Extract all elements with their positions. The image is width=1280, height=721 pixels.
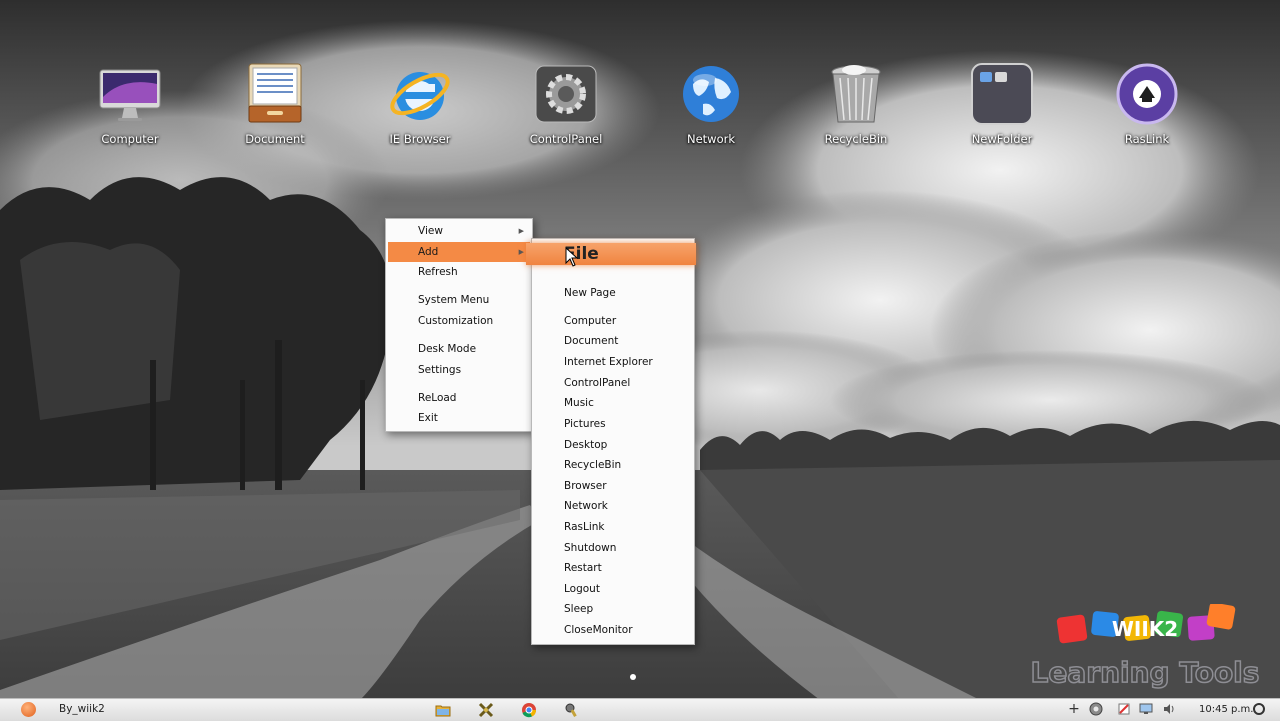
submenu-item-label: Internet Explorer — [564, 356, 653, 368]
submenu-item-label: RasLink — [564, 521, 605, 533]
watermark-subtitle: Learning Tools — [1031, 656, 1260, 689]
desktop-icon-controlpanel[interactable]: ControlPanel — [506, 62, 626, 146]
submenu-item-label: RecycleBin — [564, 459, 622, 471]
submenu-item-label: Shutdown — [564, 542, 617, 554]
submenu-item-closemonitor[interactable]: CloseMonitor — [532, 620, 694, 640]
desktop-icon-raslink[interactable]: RasLink — [1087, 62, 1207, 146]
submenu-item-label: ControlPanel — [564, 377, 631, 389]
menu-item-label: Add — [418, 246, 439, 258]
submenu-item-document[interactable]: Document — [532, 331, 694, 351]
internet-explorer-icon — [388, 62, 452, 126]
submenu-item-controlpanel[interactable]: ControlPanel — [532, 373, 694, 393]
folder-icon[interactable] — [435, 702, 451, 718]
desktop-icon-label: RecycleBin — [824, 132, 888, 146]
desktop-icon-label: NewFolder — [971, 132, 1033, 146]
menu-item-label: System Menu — [418, 294, 490, 306]
submenu-item-file[interactable]: File — [526, 243, 696, 265]
taskbar-window-title[interactable]: By_wiik2 — [59, 703, 105, 715]
submenu-item-raslink[interactable]: RasLink — [532, 517, 694, 537]
security-icon[interactable] — [1117, 702, 1131, 716]
desktop-icon-label: IE Browser — [389, 132, 451, 146]
mouse-cursor-icon — [565, 247, 579, 267]
submenu-item-label: New Page — [564, 287, 616, 299]
menu-item-label: Settings — [418, 364, 462, 376]
submenu-item-label: Restart — [564, 562, 602, 574]
submenu-item-sleep[interactable]: Sleep — [532, 599, 694, 619]
desktop-icon-recyclebin[interactable]: RecycleBin — [796, 62, 916, 146]
taskbar: By_wiik2 + 10:45 p.m. — [0, 698, 1280, 721]
submenu-item-pictures[interactable]: Pictures — [532, 414, 694, 434]
submenu-item-label: Music — [564, 397, 594, 409]
desktop-icon-network[interactable]: Network — [651, 62, 771, 146]
submenu-arrow-icon: ▶ — [518, 227, 524, 235]
submenu-item-new-page[interactable]: New Page — [532, 283, 694, 303]
submenu-item-label: Computer — [564, 315, 617, 327]
submenu-item-label: Logout — [564, 583, 600, 595]
trash-bin-icon — [824, 62, 888, 126]
desktop-icon-label: Network — [686, 132, 736, 146]
menu-item-label: Customization — [418, 315, 494, 327]
submenu-item-recyclebin[interactable]: RecycleBin — [532, 455, 694, 475]
menu-item-view[interactable]: View ▶ — [388, 221, 530, 241]
power-icon[interactable] — [1252, 702, 1266, 716]
desktop-context-menu: View ▶ Add ▶ Refresh System Menu Customi… — [385, 218, 533, 432]
tools-icon[interactable] — [478, 702, 494, 718]
desktop-icon-document[interactable]: Document — [215, 62, 335, 146]
submenu-item-label: Document — [564, 335, 619, 347]
add-submenu: File New Page Computer Document Internet… — [526, 238, 696, 645]
start-orb-icon[interactable] — [21, 702, 36, 717]
submenu-item-logout[interactable]: Logout — [532, 579, 694, 599]
submenu-item-network[interactable]: Network — [532, 496, 694, 516]
submenu-item-label: Browser — [564, 480, 607, 492]
volume-icon[interactable] — [1162, 702, 1176, 716]
imac-icon — [98, 62, 162, 126]
menu-item-desk-mode[interactable]: Desk Mode — [388, 339, 530, 359]
wiik2-watermark-logo: WIIK2 Learning Tools — [1030, 604, 1260, 690]
gear-wrench-icon[interactable] — [564, 702, 580, 718]
menu-item-settings[interactable]: Settings — [388, 360, 530, 380]
watermark-title: WIIK2 — [1112, 617, 1178, 641]
drawer-icon — [243, 62, 307, 126]
raslink-icon — [1115, 62, 1179, 126]
menu-item-label: Refresh — [418, 266, 458, 278]
menu-item-label: View — [418, 225, 443, 237]
desktop-icon-ie-browser[interactable]: IE Browser — [360, 62, 480, 146]
submenu-item-label: Desktop — [564, 439, 608, 451]
desktop-icon-computer[interactable]: Computer — [70, 62, 190, 146]
folder-tile-icon — [970, 62, 1034, 126]
desktop-icon-label: Computer — [101, 132, 159, 146]
submenu-item-restart[interactable]: Restart — [532, 558, 694, 578]
submenu-item-internet-explorer[interactable]: Internet Explorer — [532, 352, 694, 372]
plus-icon[interactable]: + — [1067, 702, 1081, 716]
monitor-icon[interactable] — [1139, 702, 1153, 716]
menu-item-label: Desk Mode — [418, 343, 477, 355]
submenu-arrow-icon: ▶ — [518, 248, 524, 256]
menu-item-label: ReLoad — [418, 392, 457, 404]
submenu-item-shutdown[interactable]: Shutdown — [532, 538, 694, 558]
menu-item-exit[interactable]: Exit — [388, 408, 530, 428]
desktop-icon-label: RasLink — [1124, 132, 1170, 146]
submenu-item-computer[interactable]: Computer — [532, 311, 694, 331]
desktop-icon-newfolder[interactable]: NewFolder — [942, 62, 1062, 146]
submenu-item-label: Sleep — [564, 603, 594, 615]
menu-item-reload[interactable]: ReLoad — [388, 388, 530, 408]
submenu-item-music[interactable]: Music — [532, 393, 694, 413]
menu-item-refresh[interactable]: Refresh — [388, 262, 530, 282]
desktop-icon-label: Document — [245, 132, 305, 146]
globe-icon — [679, 62, 743, 126]
menu-item-customization[interactable]: Customization — [388, 311, 530, 331]
taskbar-clock[interactable]: 10:45 p.m. — [1199, 704, 1253, 715]
chrome-icon[interactable] — [521, 702, 537, 718]
submenu-item-browser[interactable]: Browser — [532, 476, 694, 496]
gear-panel-icon — [534, 62, 598, 126]
menu-item-label: Exit — [418, 412, 438, 424]
submenu-item-label: CloseMonitor — [564, 624, 633, 636]
menu-item-system-menu[interactable]: System Menu — [388, 290, 530, 310]
submenu-item-label: Pictures — [564, 418, 606, 430]
network-icon[interactable] — [1089, 702, 1103, 716]
menu-item-add[interactable]: Add ▶ — [388, 242, 530, 262]
desktop-icon-label: ControlPanel — [529, 132, 603, 146]
submenu-item-label: Network — [564, 500, 608, 512]
submenu-item-desktop[interactable]: Desktop — [532, 435, 694, 455]
